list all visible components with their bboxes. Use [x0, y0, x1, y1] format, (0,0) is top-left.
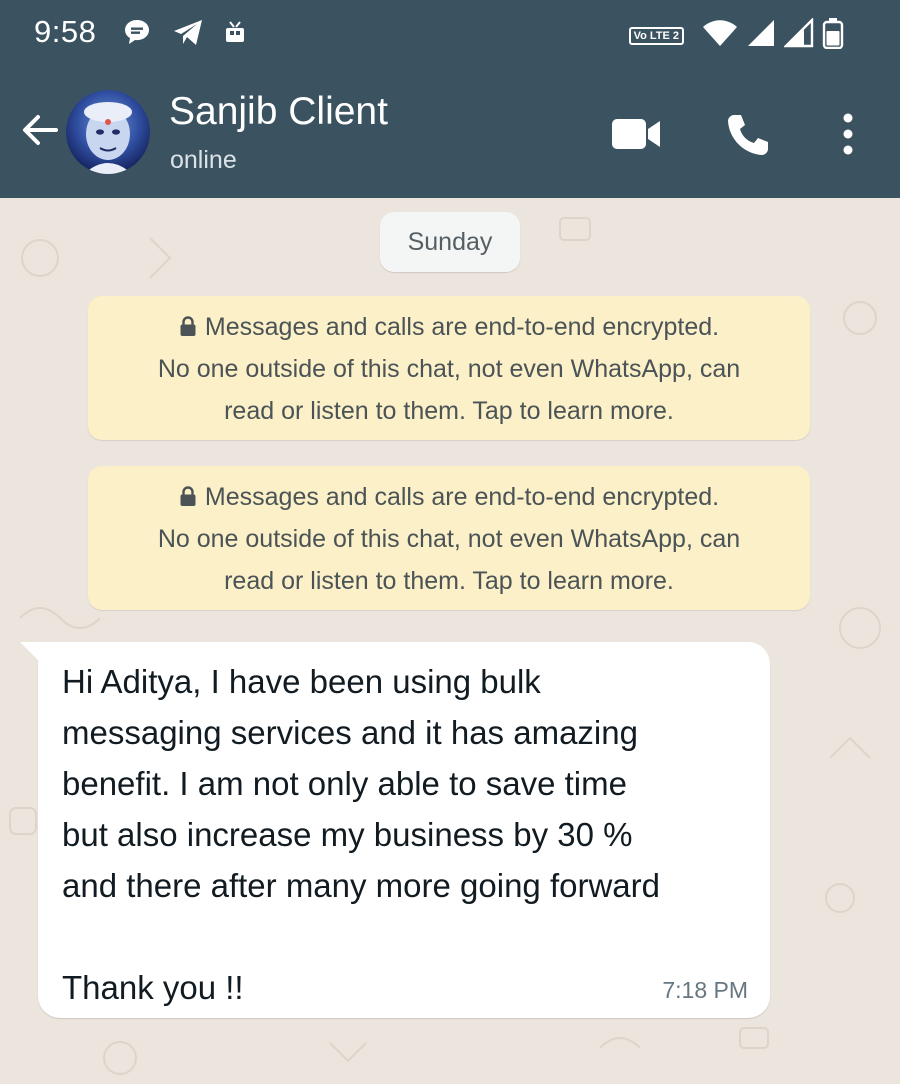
incoming-message[interactable]: Hi Aditya, I have been using bulk messag… [20, 642, 770, 1018]
telegram-icon [172, 17, 204, 52]
chat-area[interactable]: Sunday Messages and calls are end-to-end… [0, 198, 900, 1084]
bubble-tail [20, 642, 40, 662]
message-time: 7:18 PM [662, 977, 748, 1003]
avatar[interactable] [66, 90, 150, 174]
signal-icon [783, 17, 814, 53]
tv-icon [224, 19, 246, 50]
chat-bubble-icon [122, 17, 152, 52]
volte-icon: Vo LTE 2 [628, 26, 684, 45]
lock-icon [180, 316, 196, 336]
notice-line: Messages and calls are end-to-end encryp… [88, 476, 810, 518]
menu-button[interactable] [832, 110, 864, 158]
signal-icon [746, 18, 776, 53]
status-time: 9:58 [34, 14, 97, 49]
wifi-icon [702, 18, 738, 53]
notice-line: read or listen to them. Tap to learn mor… [224, 397, 674, 425]
notice-line: Messages and calls are end-to-end encryp… [88, 306, 810, 348]
notice-line: No one outside of this chat, not even Wh… [157, 355, 741, 383]
phone-icon [728, 115, 768, 155]
arrow-back-icon [23, 115, 58, 145]
notice-line: No one outside of this chat, not even Wh… [157, 525, 741, 553]
contact-status: online [170, 146, 237, 174]
encryption-notice[interactable]: Messages and calls are end-to-end encryp… [88, 466, 810, 610]
video-call-button[interactable] [610, 116, 662, 152]
lock-icon [180, 486, 196, 506]
chat-header: Sanjib Client online [0, 70, 900, 198]
status-icons-left [122, 17, 246, 52]
notice-line: read or listen to them. Tap to learn mor… [224, 567, 674, 595]
date-chip: Sunday [380, 212, 520, 272]
message-text: Hi Aditya, I have been using bulk messag… [62, 663, 660, 1006]
battery-icon [822, 17, 844, 54]
more-vert-icon [843, 113, 853, 155]
back-button[interactable] [18, 108, 62, 152]
status-bar: 9:58 Vo LTE 2 [0, 0, 900, 70]
voice-call-button[interactable] [724, 112, 772, 158]
contact-name[interactable]: Sanjib Client [169, 90, 388, 134]
video-call-icon [612, 119, 660, 149]
status-icons-right: Vo LTE 2 [628, 17, 844, 54]
encryption-notice[interactable]: Messages and calls are end-to-end encryp… [88, 296, 810, 440]
